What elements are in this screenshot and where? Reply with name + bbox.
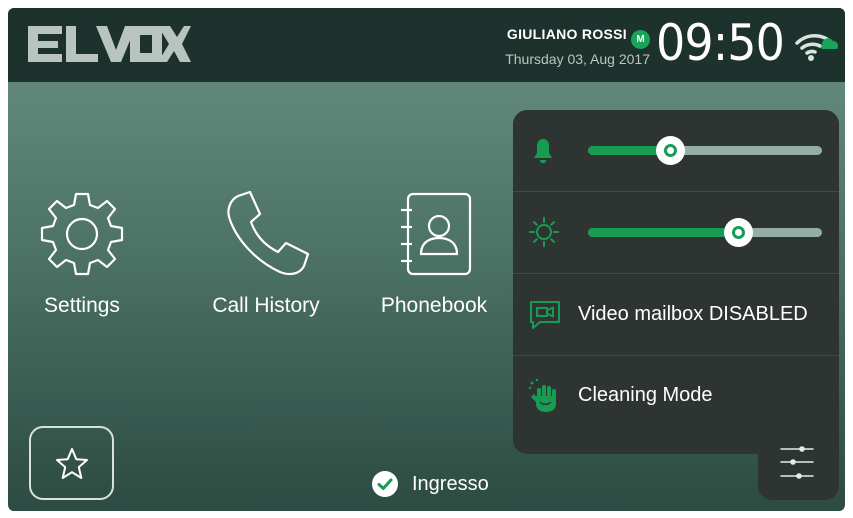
brand-logo — [28, 26, 191, 62]
top-bar: GIULIANO ROSSI M Thursday 03, Aug 2017 09… — [8, 8, 845, 82]
user-info: GIULIANO ROSSI M Thursday 03, Aug 2017 — [468, 26, 650, 67]
star-icon — [56, 448, 88, 479]
settings-app[interactable]: Settings — [12, 188, 152, 318]
user-name: GIULIANO ROSSI — [506, 26, 627, 42]
address-book-icon — [401, 192, 472, 276]
user-name-line: GIULIANO ROSSI M — [468, 26, 650, 49]
bell-icon — [534, 139, 552, 163]
user-badge: M — [631, 30, 650, 49]
status-label: Ingresso — [412, 472, 489, 495]
wifi-cloud-icon — [795, 33, 838, 61]
video-mailbox-row[interactable]: Video mailbox DISABLED — [513, 274, 839, 356]
favorites-button[interactable] — [29, 426, 114, 500]
brightness-slider[interactable] — [588, 218, 822, 247]
brightness-row — [513, 192, 839, 274]
slider-knob[interactable] — [655, 136, 685, 165]
cleaning-mode-label: Cleaning Mode — [578, 384, 713, 406]
door-status: Ingresso — [372, 469, 489, 499]
sun-icon — [529, 217, 559, 247]
video-message-icon — [530, 301, 560, 329]
phone-icon — [227, 190, 310, 276]
slider-fill — [588, 228, 738, 237]
settings-label: Settings — [44, 294, 120, 317]
ringtone-volume-row — [513, 110, 839, 192]
phonebook-app[interactable]: Phonebook — [364, 188, 504, 318]
quick-settings-panel: Video mailbox DISABLED Cleaning Mode — [513, 110, 839, 454]
cleaning-mode-row[interactable]: Cleaning Mode — [513, 356, 839, 436]
current-date: Thursday 03, Aug 2017 — [505, 51, 650, 67]
video-mailbox-label: Video mailbox DISABLED — [578, 303, 808, 325]
intercom-screen: GIULIANO ROSSI M Thursday 03, Aug 2017 09… — [8, 8, 845, 511]
phonebook-label: Phonebook — [380, 294, 488, 317]
sliders-icon[interactable] — [778, 440, 816, 486]
cleaning-hand-icon — [528, 378, 556, 412]
gear-icon — [40, 192, 124, 276]
ringtone-volume-slider[interactable] — [588, 136, 822, 165]
clock: 09:50 — [656, 14, 785, 72]
check-circle-icon — [372, 471, 398, 497]
call-history-app[interactable]: Call History — [196, 188, 336, 318]
slider-knob[interactable] — [723, 218, 753, 247]
call-history-label: Call History — [212, 294, 320, 317]
